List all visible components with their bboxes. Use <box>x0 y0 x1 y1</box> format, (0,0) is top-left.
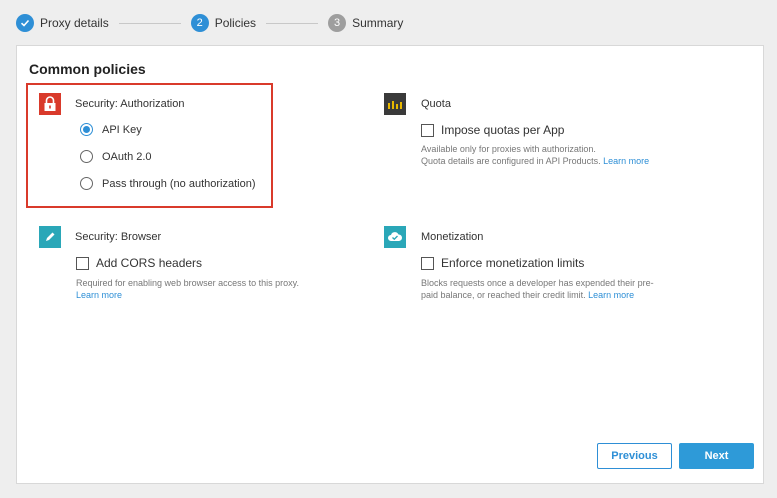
monetization-help-text: Blocks requests once a developer has exp… <box>421 277 654 301</box>
step-number: 2 <box>190 14 209 32</box>
quota-help-text: Available only for proxies with authoriz… <box>421 143 649 167</box>
step-connector <box>118 22 181 24</box>
radio-button[interactable] <box>80 150 93 163</box>
section-title: Common policies <box>29 61 146 77</box>
radio-api-key[interactable]: API Key <box>80 123 142 136</box>
monetization-learn-more-link[interactable]: Learn more <box>588 290 634 300</box>
cors-checkbox[interactable] <box>76 256 89 270</box>
lock-icon <box>39 93 61 115</box>
next-button[interactable]: Next <box>679 443 754 469</box>
radio-button[interactable] <box>80 123 93 136</box>
cors-checkbox-row[interactable]: Add CORS headers <box>76 256 202 270</box>
help-line: Required for enabling web browser access… <box>76 278 299 288</box>
wizard-stepper: Proxy details 2 Policies 3 Summary <box>16 13 403 33</box>
radio-label: OAuth 2.0 <box>102 150 152 163</box>
radio-label: Pass through (no authorization) <box>102 177 256 190</box>
help-line: Available only for proxies with authoriz… <box>421 144 596 154</box>
browser-title: Security: Browser <box>75 231 162 243</box>
step-proxy-details[interactable]: Proxy details <box>16 14 109 32</box>
checkbox-label: Enforce monetization limits <box>441 256 585 270</box>
radio-label: API Key <box>102 123 142 136</box>
step-summary[interactable]: 3 Summary <box>328 14 403 32</box>
monetization-cloud-icon <box>384 226 406 248</box>
checkbox-label: Impose quotas per App <box>441 123 565 137</box>
step-policies[interactable]: 2 Policies <box>190 14 257 32</box>
quota-checkbox-row[interactable]: Impose quotas per App <box>421 123 564 137</box>
help-line: paid balance, or reached their credit li… <box>421 290 586 300</box>
policies-panel: Common policies Security: Authorization … <box>16 45 764 484</box>
quota-learn-more-link[interactable]: Learn more <box>603 156 649 166</box>
help-line: Quota details are configured in API Prod… <box>421 156 601 166</box>
browser-learn-more-link[interactable]: Learn more <box>76 290 122 300</box>
radio-pass-through[interactable]: Pass through (no authorization) <box>80 177 255 190</box>
browser-help-text: Required for enabling web browser access… <box>76 277 299 301</box>
radio-button[interactable] <box>80 177 93 190</box>
checkbox-label: Add CORS headers <box>96 256 203 270</box>
quota-checkbox[interactable] <box>421 123 434 137</box>
previous-button[interactable]: Previous <box>597 443 672 469</box>
step-label: Policies <box>214 16 257 30</box>
monetization-title: Monetization <box>421 231 484 243</box>
bar-chart-icon <box>384 93 406 115</box>
check-icon <box>16 14 34 32</box>
authorization-title: Security: Authorization <box>75 98 185 110</box>
pencil-icon <box>39 226 61 248</box>
monetization-checkbox[interactable] <box>421 256 434 270</box>
step-number: 3 <box>328 14 347 32</box>
help-line: Blocks requests once a developer has exp… <box>421 278 654 288</box>
quota-title: Quota <box>421 98 451 110</box>
step-label: Summary <box>352 16 404 30</box>
step-label: Proxy details <box>40 16 109 30</box>
step-connector <box>266 22 319 24</box>
radio-oauth[interactable]: OAuth 2.0 <box>80 150 152 163</box>
monetization-checkbox-row[interactable]: Enforce monetization limits <box>421 256 584 270</box>
